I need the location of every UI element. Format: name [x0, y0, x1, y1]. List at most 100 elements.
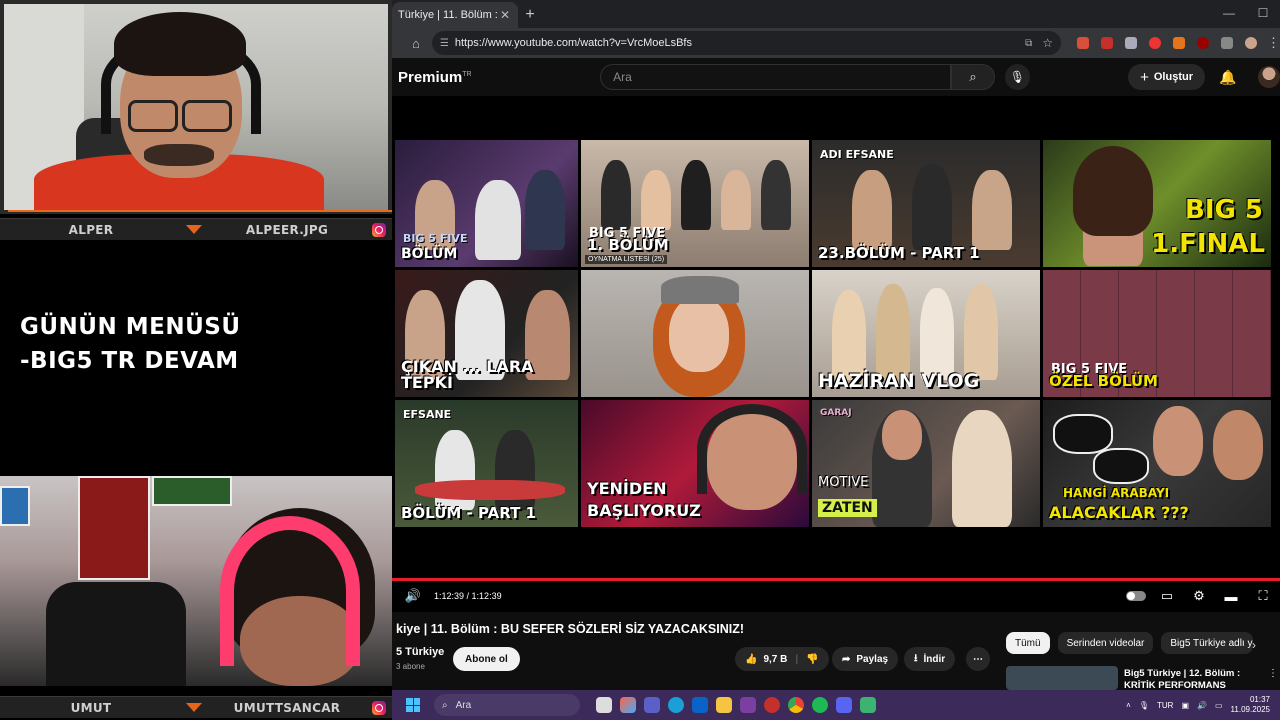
tile-label: ÖZEL BÖLÜM — [1049, 372, 1158, 390]
install-icon[interactable]: ⧉ — [1025, 38, 1032, 49]
video-tile[interactable]: YENİDEN BAŞLIYORUZ — [581, 400, 809, 527]
like-button[interactable]: 👍 9,7 B | 👎 — [735, 647, 829, 671]
fullscreen-icon[interactable]: ⛶ — [1252, 588, 1274, 604]
poster — [0, 486, 30, 526]
new-tab-button[interactable]: + — [518, 2, 542, 28]
teams-icon[interactable] — [644, 697, 660, 713]
more-actions-button[interactable]: ⋯ — [966, 647, 990, 671]
video-player[interactable]: BIG 5 FIVE BÖLÜM BIG 5 FIVE 1. BÖLÜM OYN… — [392, 96, 1280, 611]
clock[interactable]: 01:37 11.09.2025 — [1231, 695, 1270, 715]
file-explorer-icon[interactable] — [716, 697, 732, 713]
volume-icon[interactable]: 🔊 — [402, 588, 424, 604]
battery-icon[interactable]: ▭ — [1215, 701, 1223, 710]
shield-icon[interactable] — [1125, 37, 1137, 49]
create-button[interactable]: + Oluştur — [1128, 64, 1205, 90]
outlook-icon[interactable] — [692, 697, 708, 713]
triangle-marker-icon — [186, 225, 202, 234]
subscribe-button[interactable]: Abone ol — [453, 647, 520, 671]
bottom-webcam — [0, 476, 392, 686]
streamer-name: ALPER — [68, 222, 114, 237]
video-tile[interactable]: ÇIKAN ... LARA TEPKİ — [395, 270, 578, 397]
thumbs-down-icon[interactable]: 👎 — [806, 654, 818, 665]
microphone-icon[interactable]: 🎙 — [1004, 64, 1031, 90]
subtitles-icon[interactable]: ▭ — [1156, 588, 1178, 604]
site-settings-icon[interactable]: ☰ — [440, 38, 449, 49]
minimize-icon[interactable]: — — [1212, 0, 1246, 28]
browser-tab[interactable]: Türkiye | 11. Bölüm : BU SE ✕ — [392, 2, 518, 28]
extension-icon[interactable] — [1101, 37, 1113, 49]
create-label: Oluştur — [1153, 71, 1193, 83]
app-icon[interactable] — [764, 697, 780, 713]
taskbar-search-input[interactable]: ⌕ Ara — [434, 694, 580, 716]
microphone-icon[interactable]: 🎙 — [1139, 701, 1149, 710]
chip-channel[interactable]: Big5 Türkiye adlı yükl — [1161, 632, 1254, 654]
poster — [152, 476, 232, 506]
home-icon[interactable]: ⌂ — [404, 31, 428, 55]
video-tile[interactable]: GARAJ MOTIVE ZATEN — [812, 400, 1040, 527]
tile-label: 23.BÖLÜM - PART 1 — [818, 244, 980, 262]
download-button[interactable]: ⭳ İndir — [904, 647, 956, 671]
edge-icon[interactable] — [668, 697, 684, 713]
gaming-chair — [46, 582, 186, 686]
chip-all[interactable]: Tümü — [1006, 632, 1050, 654]
browser-window: Türkiye | 11. Bölüm : BU SE ✕ + — ☐ ⌂ ☰ … — [392, 0, 1280, 703]
notifications-bell-icon[interactable]: 🔔 — [1219, 69, 1236, 86]
bookmark-star-icon[interactable]: ☆ — [1042, 36, 1053, 50]
video-tile[interactable]: EFSANE BÖLÜM - PART 1 — [395, 400, 578, 527]
chrome-icon[interactable] — [788, 697, 804, 713]
video-progress-bar[interactable] — [392, 578, 1280, 581]
close-tab-icon[interactable]: ✕ — [498, 8, 512, 22]
search-placeholder: Ara — [455, 699, 472, 711]
chevron-up-icon[interactable]: ˄ — [1126, 701, 1131, 710]
volume-icon[interactable]: 🔊 — [1197, 701, 1207, 710]
chip-series[interactable]: Serinden videolar — [1057, 632, 1154, 654]
avatar[interactable] — [1258, 66, 1280, 88]
extension-icon[interactable] — [1077, 37, 1089, 49]
app-icon[interactable] — [860, 697, 876, 713]
tile-label: HANGİ ARABAYI — [1063, 486, 1170, 500]
youtube-logo[interactable]: PremiumTR — [398, 69, 594, 86]
menu-dots-icon[interactable]: ⋮ — [1268, 668, 1278, 679]
video-tile[interactable]: BIG 5 FIVE 1. BÖLÜM OYNATMA LİSTESİ (25) — [581, 140, 809, 267]
store-icon[interactable] — [740, 697, 756, 713]
recommended-video[interactable]: Big5 Türkiye | 12. Bölüm : KRİTİK PERFOR… — [1006, 666, 1278, 703]
channel-name[interactable]: 5 Türkiye — [396, 646, 444, 658]
ublock-icon[interactable] — [1197, 37, 1209, 49]
maximize-icon[interactable]: ☐ — [1246, 0, 1280, 28]
language-indicator[interactable]: TUR — [1157, 701, 1173, 710]
logo-text: Premium — [398, 68, 463, 86]
chevron-right-icon[interactable]: › — [1252, 638, 1256, 652]
video-tile[interactable]: ADI EFSANE 23.BÖLÜM - PART 1 — [812, 140, 1040, 267]
address-bar[interactable]: ☰ https://www.youtube.com/watch?v=VrcMoe… — [431, 31, 1061, 55]
menu-dots-icon[interactable]: ⋮ — [1267, 35, 1280, 51]
video-tile[interactable]: BIG 5 FIVE ÖZEL BÖLÜM — [1043, 270, 1271, 397]
video-tile[interactable] — [581, 270, 809, 397]
video-info: kiye | 11. Bölüm : BU SEFER SÖZLERİ SİZ … — [392, 612, 1280, 703]
copilot-icon[interactable] — [620, 697, 636, 713]
windows-taskbar: ⌕ Ara ˄ 🎙 TUR ▣ 🔊 ▭ 01:37 11.09.2025 — [392, 690, 1280, 720]
screen: ALPER ALPEER.JPG GÜNÜN MENÜSÜ -BIG5 TR D… — [0, 0, 1280, 720]
autoplay-toggle[interactable] — [1126, 591, 1146, 601]
settings-gear-icon[interactable]: ⚙ — [1188, 588, 1210, 604]
puzzle-icon[interactable] — [1221, 37, 1233, 49]
tile-label: BÖLÜM - PART 1 — [401, 504, 536, 522]
spotify-icon[interactable] — [812, 697, 828, 713]
share-button[interactable]: ➦ Paylaş — [832, 647, 899, 671]
video-tile[interactable]: BIG 5 FIVE BÖLÜM — [395, 140, 578, 267]
search-icon[interactable]: ⌕ — [951, 64, 995, 90]
windows-start-icon[interactable] — [406, 698, 420, 712]
extension-icon[interactable] — [1173, 37, 1185, 49]
search-input[interactable]: Ara — [600, 64, 952, 90]
video-tile[interactable]: BIG 5 1.FINAL — [1043, 140, 1271, 267]
tile-label: BAŞLIYORUZ — [587, 501, 701, 520]
tile-label: BÖLÜM — [401, 246, 458, 262]
extension-icon[interactable] — [1149, 37, 1161, 49]
network-icon[interactable]: ▣ — [1181, 701, 1189, 710]
theater-mode-icon[interactable]: ▬ — [1220, 589, 1242, 604]
task-view-icon[interactable] — [596, 697, 612, 713]
profile-icon[interactable] — [1245, 37, 1257, 49]
discord-icon[interactable] — [836, 697, 852, 713]
youtube-header: PremiumTR Ara ⌕ 🎙 + Oluştur 🔔 — [392, 58, 1280, 96]
video-tile[interactable]: HAZİRAN VLOG — [812, 270, 1040, 397]
video-tile[interactable]: HANGİ ARABAYI ALACAKLAR ??? — [1043, 400, 1271, 527]
